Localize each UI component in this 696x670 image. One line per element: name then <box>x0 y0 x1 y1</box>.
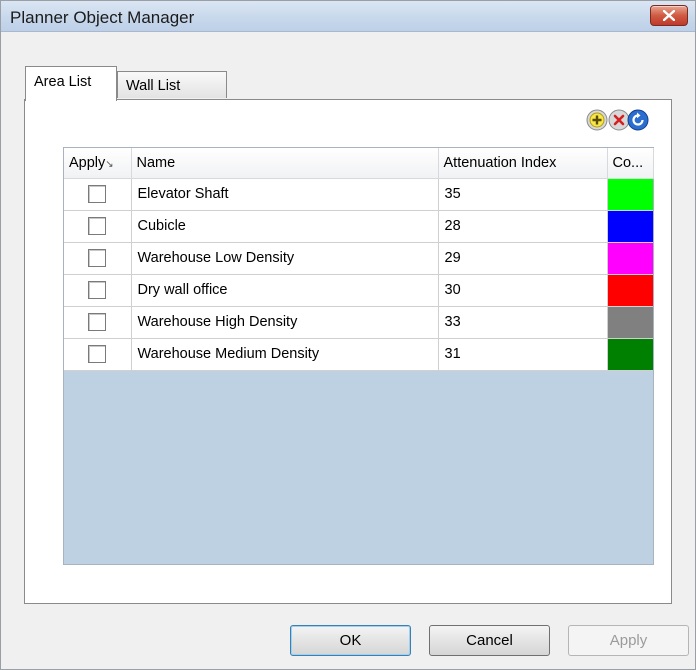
column-header-name[interactable]: Name <box>131 148 439 179</box>
color-swatch <box>607 242 653 274</box>
color-swatch <box>607 274 653 306</box>
tab-wall-list-label: Wall List <box>126 78 181 94</box>
attenuation-cell[interactable]: 35 <box>438 178 608 211</box>
apply-cell <box>64 306 132 339</box>
apply-button[interactable]: Apply <box>568 625 689 656</box>
attenuation-cell[interactable]: 31 <box>438 338 608 371</box>
ok-button[interactable]: OK <box>290 625 411 656</box>
cancel-button[interactable]: Cancel <box>429 625 550 656</box>
color-cell[interactable] <box>607 210 653 243</box>
apply-checkbox[interactable] <box>88 281 107 299</box>
table-row[interactable]: Warehouse High Density 33 <box>64 306 653 339</box>
apply-checkbox[interactable] <box>88 249 107 267</box>
name-cell[interactable]: Warehouse High Density <box>131 306 439 339</box>
close-button[interactable] <box>650 5 688 26</box>
refresh-icon[interactable] <box>627 109 649 131</box>
table-header-row: Apply↘ Name Attenuation Index Co... <box>64 148 654 179</box>
add-icon[interactable] <box>586 109 608 131</box>
attenuation-cell[interactable]: 29 <box>438 242 608 275</box>
table-row[interactable]: Dry wall office 30 <box>64 274 653 307</box>
window-title: Planner Object Manager <box>10 8 195 27</box>
column-header-attenuation-label: Attenuation Index <box>443 154 557 171</box>
color-swatch <box>607 338 653 370</box>
color-cell[interactable] <box>607 274 653 307</box>
apply-cell <box>64 338 132 371</box>
table-row[interactable]: Elevator Shaft 35 <box>64 178 653 211</box>
tab-area-list[interactable]: Area List <box>25 66 117 101</box>
apply-cell <box>64 210 132 243</box>
column-header-apply[interactable]: Apply↘ <box>64 148 132 179</box>
color-cell[interactable] <box>607 242 653 275</box>
color-swatch <box>607 178 653 210</box>
name-cell[interactable]: Dry wall office <box>131 274 439 307</box>
name-cell[interactable]: Cubicle <box>131 210 439 243</box>
column-header-attenuation[interactable]: Attenuation Index <box>438 148 608 179</box>
sort-icon: ↘ <box>105 158 114 170</box>
table-row[interactable]: Warehouse Medium Density 31 <box>64 338 653 371</box>
name-cell[interactable]: Warehouse Medium Density <box>131 338 439 371</box>
area-grid: Apply↘ Name Attenuation Index Co... Elev… <box>63 147 654 565</box>
color-cell[interactable] <box>607 178 653 211</box>
column-header-apply-label: Apply <box>69 154 106 171</box>
table-row[interactable]: Warehouse Low Density 29 <box>64 242 653 275</box>
apply-checkbox[interactable] <box>88 185 107 203</box>
title-bar[interactable]: Planner Object Manager <box>1 1 695 32</box>
attenuation-cell[interactable]: 30 <box>438 274 608 307</box>
apply-checkbox[interactable] <box>88 345 107 363</box>
color-cell[interactable] <box>607 306 653 339</box>
apply-cell <box>64 274 132 307</box>
table-row[interactable]: Cubicle 28 <box>64 210 653 243</box>
tab-area-list-label: Area List <box>34 74 92 90</box>
column-header-name-label: Name <box>136 154 176 171</box>
color-cell[interactable] <box>607 338 653 371</box>
tab-wall-list[interactable]: Wall List <box>117 71 227 98</box>
planner-object-manager-dialog: Planner Object Manager Area List Wall Li… <box>0 0 696 670</box>
name-cell[interactable]: Elevator Shaft <box>131 178 439 211</box>
close-icon <box>663 10 675 21</box>
apply-cell <box>64 178 132 211</box>
attenuation-cell[interactable]: 28 <box>438 210 608 243</box>
name-cell[interactable]: Warehouse Low Density <box>131 242 439 275</box>
column-header-color-label: Co... <box>612 154 644 171</box>
attenuation-cell[interactable]: 33 <box>438 306 608 339</box>
apply-checkbox[interactable] <box>88 217 107 235</box>
area-table: Apply↘ Name Attenuation Index Co... Elev… <box>64 148 654 371</box>
column-header-color[interactable]: Co... <box>607 148 654 179</box>
apply-cell <box>64 242 132 275</box>
color-swatch <box>607 306 653 338</box>
color-swatch <box>607 210 653 242</box>
apply-checkbox[interactable] <box>88 313 107 331</box>
